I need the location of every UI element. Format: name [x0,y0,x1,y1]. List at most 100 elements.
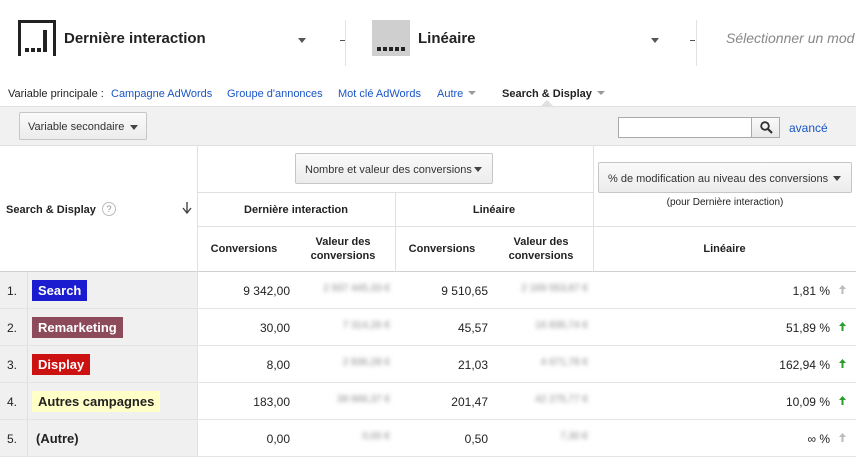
conversions-linear: 21,03 [457,358,488,372]
table-row: 3. Display 8,00 2 836,28 € 21,03 4 671,78 € 16… [0,346,856,383]
metric-select[interactable]: Nombre et valeur des conversions [295,153,493,184]
chevron-down-icon [651,38,659,43]
pct-change: 1,81 % [792,284,830,298]
last-interaction-model-icon [18,20,56,56]
row-name-cell: Autres campagnes [28,383,198,419]
primary-dim-keyword-link[interactable]: Mot clé AdWords [338,88,421,100]
conversions-linear: 0,50 [464,432,488,446]
search-button[interactable] [751,117,780,138]
search-input[interactable] [618,117,752,138]
pct-change: ∞ % [807,432,830,446]
value-last-interaction: 2 937 445,33 € [323,283,390,294]
col-header-conversions-2[interactable]: Conversions [395,242,489,256]
primary-dim-campaign-link[interactable]: Campagne AdWords [111,88,212,100]
value-linear: 42 275,77 € [535,394,588,405]
row-name-cell: Remarketing [28,309,198,345]
group-header-last-interaction: Dernière interaction [244,204,348,216]
model-selector-third[interactable]: Sélectionner un mod [726,18,856,62]
dimension-column-header[interactable]: Search & Display [6,204,96,216]
conversions-last-interaction: 9 342,00 [243,284,290,298]
row-index: 5. [7,432,18,446]
row-index: 4. [7,395,18,409]
pct-change: 51,89 % [785,321,830,335]
row-index: 1. [7,284,18,298]
attribution-models-bar: Dernière interaction Linéaire Sélectionn… [0,0,856,80]
advanced-search-link[interactable]: avancé [789,121,828,135]
model-selector-last-interaction[interactable]: Dernière interaction [18,18,318,62]
conversions-last-interaction: 8,00 [266,358,290,372]
campaign-type-badge[interactable]: Search [32,280,88,301]
campaign-type-badge[interactable]: Autres campagnes [32,391,161,412]
divider [696,20,697,66]
conversions-last-interaction: 0,00 [266,432,290,446]
row-index-cell: 5. [0,420,28,456]
chevron-down-icon [130,125,138,130]
trend-up-icon [839,322,846,331]
pct-change: 162,94 % [779,358,830,372]
secondary-dimension-label: Variable secondaire [28,121,125,133]
chevron-down-icon [596,91,605,95]
trend-up-icon [839,396,846,405]
model-label: Dernière interaction [64,30,206,47]
conversions-linear: 201,47 [451,395,488,409]
pct-change: 10,09 % [785,395,830,409]
chevron-down-icon [468,91,477,95]
primary-dim-adgroup-link[interactable]: Groupe d'annonces [227,88,323,100]
table-row: 2. Remarketing 30,00 7 314,26 € 45,57 16 835,… [0,309,856,346]
row-divider [197,192,593,193]
pct-change-select[interactable]: % de modification au niveau des conversi… [598,162,852,193]
separator-dash [690,40,695,41]
trend-neutral-icon [839,285,846,294]
conversions-last-interaction: 30,00 [259,321,290,335]
primary-dimension-bar: Variable principale : Campagne AdWords G… [0,84,856,104]
value-linear: 7,30 € [560,431,588,442]
row-divider [197,226,856,227]
value-linear: 16 835,74 € [535,320,588,331]
model-selector-linear[interactable]: Linéaire [372,18,672,62]
secondary-dimension-button[interactable]: Variable secondaire [19,112,147,140]
help-icon[interactable]: ? [102,202,116,216]
campaign-type-badge[interactable]: Display [32,354,91,375]
sort-desc-icon[interactable] [182,202,192,214]
row-index-cell: 4. [0,383,28,419]
search-icon [760,121,773,134]
col-header-pct-linear[interactable]: Linéaire [593,242,856,256]
row-index-cell: 2. [0,309,28,345]
table-row: 5. (Autre) 0,00 0,00 € 0,50 7,30 € ∞ % [0,420,856,457]
col-header-value-2[interactable]: Valeur des conversions [489,235,593,263]
row-name-cell: Search [28,272,198,308]
trend-neutral-icon [839,433,846,442]
row-name-cell: Display [28,346,198,382]
row-index-cell: 1. [0,272,28,308]
row-index: 2. [7,321,18,335]
value-last-interaction: 39 666,37 € [337,394,390,405]
row-name-cell: (Autre) [28,420,198,456]
col-header-value-1[interactable]: Valeur des conversions [291,235,395,263]
conversions-linear: 9 510,65 [441,284,488,298]
value-linear: 4 671,78 € [540,357,588,368]
chevron-down-icon [474,167,482,172]
campaign-type-badge[interactable]: (Autre) [32,428,83,449]
value-last-interaction: 2 836,28 € [342,357,390,368]
conversions-linear: 45,57 [457,321,488,335]
row-index: 3. [7,358,18,372]
other-label: Autre [437,88,464,100]
divider [345,20,346,66]
value-last-interaction: 7 314,26 € [342,320,390,331]
primary-dim-other-dropdown[interactable]: Autre [437,88,477,100]
primary-dim-selected[interactable]: Search & Display [502,88,605,100]
table-header: Search & Display ? Nombre et valeur des … [0,146,856,272]
trend-up-icon [839,359,846,368]
conversions-last-interaction: 183,00 [253,395,290,409]
table-row: 1. Search 9 342,00 2 937 445,33 € 9 510,65 2 … [0,272,856,309]
table-row: 4. Autres campagnes 183,00 39 666,37 € 201,4… [0,383,856,420]
selected-label: Search & Display [502,88,592,100]
value-last-interaction: 0,00 € [362,431,390,442]
linear-model-icon [372,20,410,56]
group-header-linear: Linéaire [472,204,516,216]
toolbar: Variable secondaire avancé [0,106,856,146]
value-linear: 2 169 553,87 € [521,283,588,294]
campaign-type-badge[interactable]: Remarketing [32,317,123,338]
primary-dimension-label: Variable principale : [8,88,104,100]
col-header-conversions-1[interactable]: Conversions [197,242,291,256]
